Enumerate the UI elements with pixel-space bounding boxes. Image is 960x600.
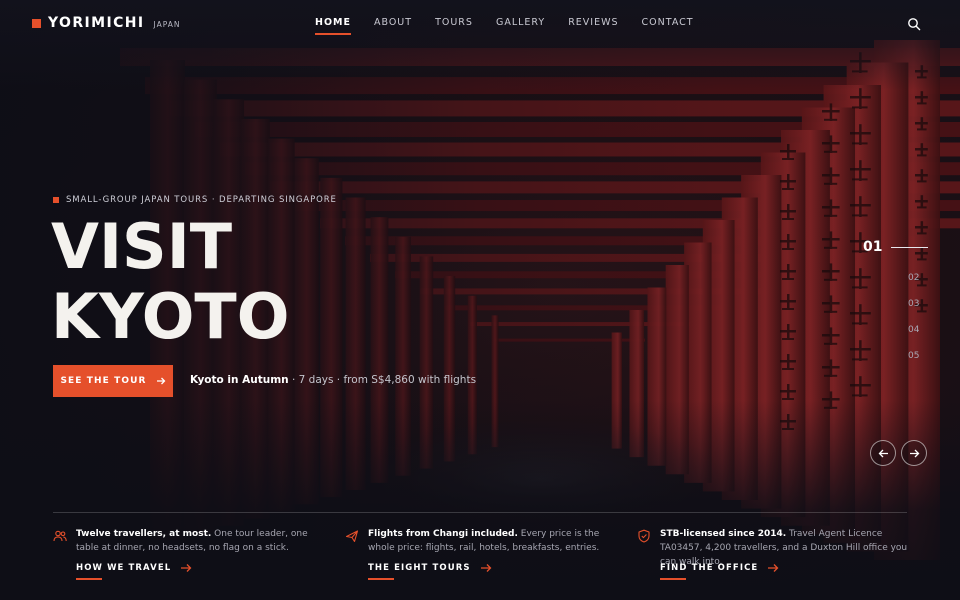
brand-mark-icon (32, 18, 41, 28)
feature-flights-text: Flights from Changi included. Every pric… (368, 527, 618, 555)
search-button[interactable] (907, 16, 921, 31)
previous-slide-button[interactable] (870, 440, 896, 466)
hero-eyebrow: SMALL-GROUP JAPAN TOURS · DEPARTING SING… (53, 195, 337, 205)
nav-about[interactable]: ABOUT (374, 17, 412, 28)
how-we-travel-link[interactable]: HOW WE TRAVEL (76, 563, 192, 580)
see-the-tour-button[interactable]: SEE THE TOUR (53, 365, 173, 397)
arrow-right-icon (768, 564, 779, 572)
find-the-office-label: FIND THE OFFICE (660, 563, 759, 580)
slide-number-05[interactable]: 05 (908, 351, 919, 361)
arrow-right-icon (156, 377, 165, 385)
hero-title-line-2: KYOTO (51, 280, 290, 353)
arrow-right-icon (181, 564, 192, 572)
plane-icon (345, 530, 359, 543)
slide-number-03[interactable]: 03 (908, 299, 919, 309)
site-header: YORIMICHI JAPAN HOME ABOUT TOURS GALLERY… (0, 0, 960, 46)
search-icon (908, 18, 921, 31)
arrow-left-icon (878, 449, 888, 457)
slide-current-indicator (891, 247, 928, 248)
slide-number-04[interactable]: 04 (908, 325, 919, 335)
brand-tag: JAPAN (153, 19, 181, 29)
nav-home[interactable]: HOME (315, 17, 351, 35)
the-eight-tours-label: THE EIGHT TOURS (368, 563, 471, 580)
feature-licensed-title: STB-licensed since 2014. (660, 529, 787, 539)
brand-name: YORIMICHI (48, 15, 145, 31)
users-icon (53, 530, 67, 542)
next-slide-button[interactable] (901, 440, 927, 466)
featured-tour-name: Kyoto in Autumn (190, 374, 289, 386)
nav-gallery[interactable]: GALLERY (496, 17, 545, 28)
how-we-travel-label: HOW WE TRAVEL (76, 563, 172, 580)
feature-divider (53, 512, 907, 513)
feature-small-groups-text: Twelve travellers, at most. One tour lea… (76, 527, 326, 555)
find-the-office-link[interactable]: FIND THE OFFICE (660, 563, 779, 580)
featured-tour-summary: Kyoto in Autumn · 7 days · from S$4,860 … (190, 374, 476, 386)
nav-contact[interactable]: CONTACT (642, 17, 694, 28)
arrow-right-icon (909, 449, 919, 457)
nav-reviews[interactable]: REVIEWS (568, 17, 618, 28)
eyebrow-mark-icon (53, 197, 59, 203)
arrow-right-icon (480, 564, 492, 572)
feature-flights-title: Flights from Changi included. (368, 529, 518, 539)
hero-title: VISIT KYOTO (51, 212, 289, 352)
main-nav: HOME ABOUT TOURS GALLERY REVIEWS CONTACT (315, 17, 694, 35)
eyebrow-text: SMALL-GROUP JAPAN TOURS · DEPARTING SING… (66, 195, 337, 205)
see-the-tour-label: SEE THE TOUR (60, 376, 147, 386)
featured-tour-details: · 7 days · from S$4,860 with flights (288, 374, 477, 386)
slide-current-number[interactable]: 01 (863, 239, 882, 255)
hero-title-line-1: VISIT (51, 210, 233, 283)
nav-tours[interactable]: TOURS (435, 17, 473, 28)
the-eight-tours-link[interactable]: THE EIGHT TOURS (368, 563, 492, 580)
slide-number-02[interactable]: 02 (908, 273, 919, 283)
brand-logo[interactable]: YORIMICHI JAPAN (32, 15, 180, 31)
shield-icon (638, 529, 650, 543)
feature-small-groups-title: Twelve travellers, at most. (76, 529, 212, 539)
